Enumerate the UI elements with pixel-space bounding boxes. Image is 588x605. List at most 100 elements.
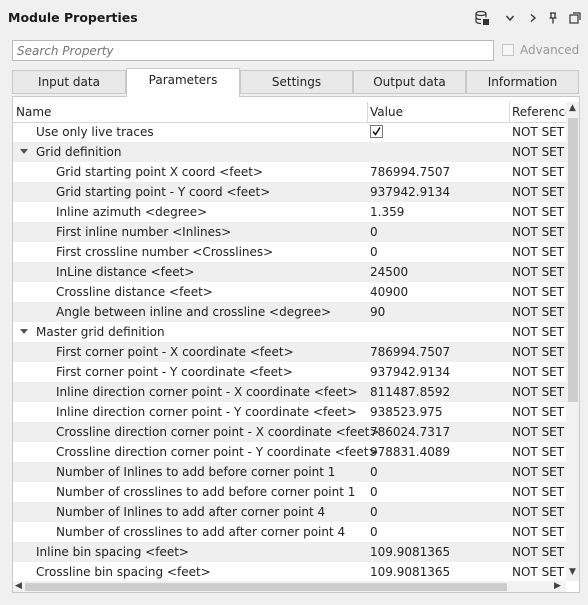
property-reference[interactable]: NOT SET [512,522,564,542]
property-row[interactable]: Crossline bin spacing <feet> 109.9081365 N… [13,562,566,582]
column-divider[interactable] [367,102,368,122]
scroll-left-arrow-icon[interactable]: ◀ [15,581,22,591]
property-value[interactable]: 90 [370,302,385,322]
property-row[interactable]: Angle between inline and crossline <degr… [13,302,566,322]
tab-output-data[interactable]: Output data [353,70,466,94]
vertical-scroll-thumb[interactable] [568,118,578,402]
property-row[interactable]: First corner point - X coordinate <feet>… [13,342,566,362]
property-reference[interactable]: NOT SET [512,162,564,182]
property-row[interactable]: Crossline distance <feet> 40900 NOT SET [13,282,566,302]
property-reference[interactable]: NOT SET [512,422,564,442]
property-value[interactable]: 40900 [370,282,408,302]
title-bar: Module Properties [0,0,588,36]
property-row[interactable]: Grid starting point - Y coord <feet> 9379… [13,182,566,202]
property-row[interactable]: Crossline direction corner point - Y coo… [13,442,566,462]
chevron-right-icon[interactable] [526,9,540,27]
property-value[interactable]: 811487.8592 [370,382,450,402]
property-reference[interactable]: NOT SET [512,302,564,322]
tab-settings[interactable]: Settings [240,70,353,94]
property-value[interactable]: 937942.9134 [370,182,450,202]
property-value[interactable]: 786994.7507 [370,162,450,182]
property-row[interactable]: Inline azimuth <degree> 1.359 NOT SET [13,202,566,222]
expand-caret-icon[interactable] [20,149,28,154]
property-reference[interactable]: NOT SET [512,262,564,282]
property-name: Crossline direction corner point - Y coo… [56,445,379,459]
property-reference[interactable]: NOT SET [512,242,564,262]
column-header-value[interactable]: Value [370,105,403,119]
property-reference[interactable]: NOT SET [512,402,564,422]
horizontal-scroll-thumb[interactable] [25,583,507,591]
column-header-name[interactable]: Name [16,105,51,119]
tab-parameters[interactable]: Parameters [126,68,240,97]
property-name: Grid definition [36,145,122,159]
column-header-reference[interactable]: Reference [512,105,572,119]
property-value[interactable]: 786994.7507 [370,342,450,362]
property-row[interactable]: First corner point - Y coordinate <feet>… [13,362,566,382]
horizontal-scrollbar[interactable]: ◀ ▶ [13,581,566,592]
scroll-down-arrow-icon[interactable]: ▼ [569,567,576,577]
property-reference[interactable]: NOT SET [512,182,564,202]
popout-icon[interactable] [567,9,583,27]
expand-caret-icon[interactable] [20,329,28,334]
property-value[interactable]: 0 [370,222,378,242]
property-row[interactable]: First inline number <Inlines> 0 NOT SET [13,222,566,242]
property-reference[interactable]: NOT SET [512,222,564,242]
property-reference[interactable]: NOT SET [512,562,564,582]
property-row[interactable]: First crossline number <Crosslines> 0 NOT … [13,242,566,262]
advanced-toggle[interactable]: Advanced [502,43,579,57]
property-row[interactable]: InLine distance <feet> 24500 NOT SET [13,262,566,282]
property-reference[interactable]: NOT SET [512,502,564,522]
search-input[interactable] [12,40,494,61]
property-value[interactable]: 0 [370,242,378,262]
property-row[interactable]: Number of crosslines to add before corne… [13,482,566,502]
tab-input-data[interactable]: Input data [12,70,126,94]
property-checkbox[interactable] [370,125,383,138]
property-reference[interactable]: NOT SET [512,382,564,402]
property-group-row[interactable]: Grid definition NOT SET [13,142,566,162]
property-row[interactable]: Use only live traces NOT SET [13,122,566,142]
property-reference[interactable]: NOT SET [512,142,564,162]
property-value[interactable]: 0 [370,482,378,502]
property-reference[interactable]: NOT SET [512,462,564,482]
property-value[interactable]: 109.9081365 [370,542,450,562]
property-reference[interactable]: NOT SET [512,282,564,302]
property-value[interactable]: 0 [370,522,378,542]
property-reference[interactable]: NOT SET [512,322,564,342]
property-reference[interactable]: NOT SET [512,342,564,362]
property-row[interactable]: Inline direction corner point - Y coordi… [13,402,566,422]
property-value[interactable]: 0 [370,462,378,482]
property-row[interactable]: Number of crosslines to add after corner… [13,522,566,542]
property-name: Grid starting point - Y coord <feet> [56,185,271,199]
tab-information[interactable]: Information [466,70,579,94]
property-value[interactable]: 1.359 [370,202,404,222]
property-row[interactable]: Grid starting point X coord <feet> 786994… [13,162,566,182]
vertical-scrollbar[interactable]: ▲ ▼ [566,102,579,581]
property-row[interactable]: Number of Inlines to add before corner p… [13,462,566,482]
advanced-checkbox[interactable] [502,44,514,56]
scroll-right-arrow-icon[interactable]: ▶ [554,581,561,591]
property-row[interactable]: Inline bin spacing <feet> 109.9081365 NOT … [13,542,566,562]
property-value[interactable]: 0 [370,502,378,522]
property-name: Crossline distance <feet> [56,285,213,299]
pin-icon[interactable] [546,9,560,27]
property-row[interactable]: Number of Inlines to add after corner po… [13,502,566,522]
property-value[interactable]: 938523.975 [370,402,443,422]
property-reference[interactable]: NOT SET [512,482,564,502]
property-reference[interactable]: NOT SET [512,542,564,562]
chevron-down-icon[interactable] [503,9,517,27]
property-value[interactable]: 937942.9134 [370,362,450,382]
property-reference[interactable]: NOT SET [512,122,564,142]
property-value[interactable]: 24500 [370,262,408,282]
property-value[interactable]: 978831.4089 [370,442,450,462]
property-reference[interactable]: NOT SET [512,202,564,222]
property-reference[interactable]: NOT SET [512,362,564,382]
property-value[interactable]: 109.9081365 [370,562,450,582]
property-reference[interactable]: NOT SET [512,442,564,462]
property-row[interactable]: Inline direction corner point - X coordi… [13,382,566,402]
property-group-row[interactable]: Master grid definition NOT SET [13,322,566,342]
property-row[interactable]: Crossline direction corner point - X coo… [13,422,566,442]
database-settings-icon[interactable] [473,9,491,27]
property-value[interactable]: 786024.7317 [370,422,450,442]
scroll-up-arrow-icon[interactable]: ▲ [569,103,576,113]
column-divider[interactable] [509,102,510,122]
